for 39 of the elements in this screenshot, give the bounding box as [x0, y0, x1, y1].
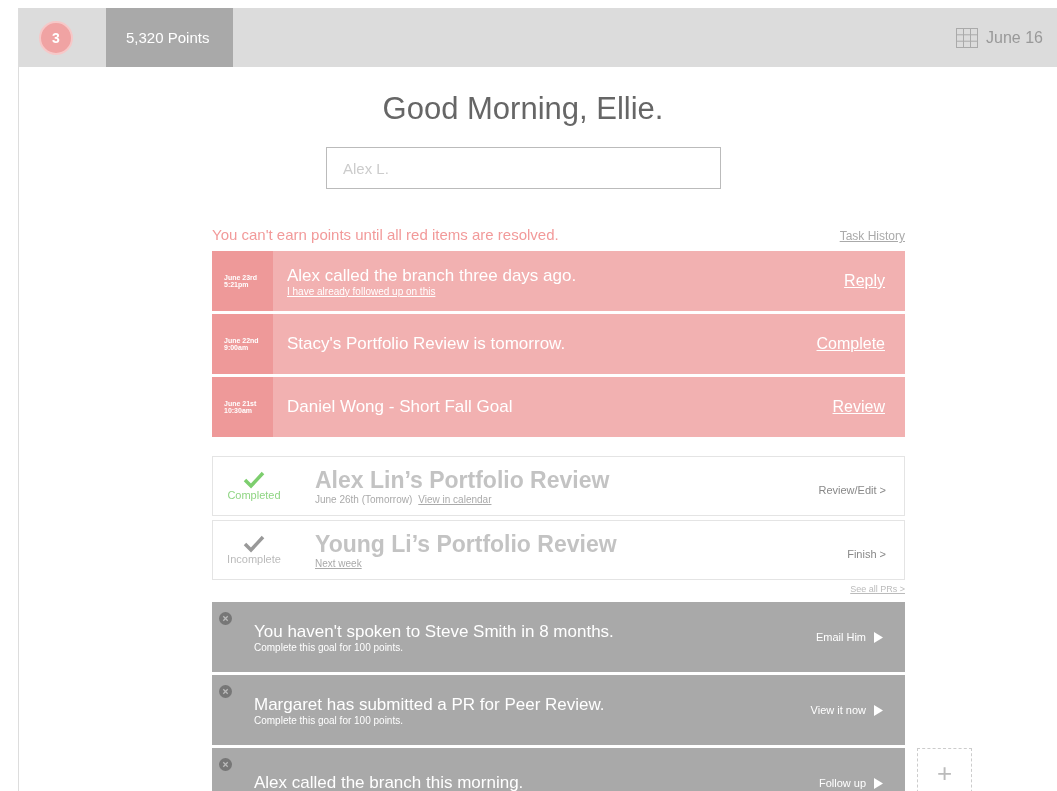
calendar-icon[interactable]	[956, 27, 979, 48]
alert-title: Daniel Wong - Short Fall Goal	[287, 397, 514, 417]
goal-points-note: Complete this goal for 100 points.	[254, 641, 404, 653]
review-action-link[interactable]: Review/Edit >	[818, 484, 886, 496]
schedule-link[interactable]: View in calendar	[418, 494, 492, 505]
goal-action-link[interactable]: Email Him	[815, 631, 866, 643]
review-status: Completed	[227, 489, 281, 501]
warning-message: You can't earn points until all red items are resolved.	[212, 226, 559, 243]
alert-action-link[interactable]: Complete	[816, 335, 885, 353]
alert-action-link[interactable]: Review	[832, 398, 885, 416]
review-status: Incomplete	[227, 553, 281, 565]
greeting: Good Morning, Ellie.	[381, 91, 665, 127]
goal-title: Alex called the branch this morning.	[254, 773, 525, 791]
review-title: Alex Lin’s Portfolio Review	[315, 467, 611, 494]
play-icon[interactable]	[874, 631, 883, 643]
notification-badge[interactable]: 3	[39, 20, 73, 55]
close-icon[interactable]	[219, 685, 232, 698]
date-label: June 16	[986, 28, 1043, 47]
alert-title: Alex called the branch three days ago.	[287, 265, 578, 286]
review-action-link[interactable]: Finish >	[847, 548, 886, 560]
followed-up-link[interactable]: I have already followed up on this	[287, 285, 845, 297]
play-icon[interactable]	[874, 704, 883, 716]
goal-title: Margaret has submitted a PR for Peer Review.	[254, 694, 606, 715]
add-button[interactable]: +	[917, 748, 972, 791]
goal-points-note: Complete this goal for 100 points.	[254, 714, 404, 726]
close-icon[interactable]	[219, 758, 232, 771]
close-icon[interactable]	[219, 612, 232, 625]
schedule-link[interactable]: Next week	[315, 558, 362, 569]
alert-action-link[interactable]: Reply	[844, 272, 885, 290]
goal-action-link[interactable]: View it now	[810, 704, 866, 716]
alert-title: Stacy's Portfolio Review is tomorrow.	[287, 334, 567, 354]
play-icon[interactable]	[874, 777, 883, 789]
review-date: June 26th (Tomorrow)	[315, 494, 413, 505]
review-title: Young Li’s Portfolio Review	[315, 531, 618, 558]
goal-action-link[interactable]: Follow up	[818, 777, 866, 789]
see-all-link[interactable]: See all PRs >	[850, 584, 905, 594]
points-tab[interactable]: 5,320 Points	[106, 8, 234, 67]
task-history-link[interactable]: Task History	[839, 229, 905, 243]
goal-title: You haven't spoken to Steve Smith in 8 months.	[254, 621, 615, 642]
